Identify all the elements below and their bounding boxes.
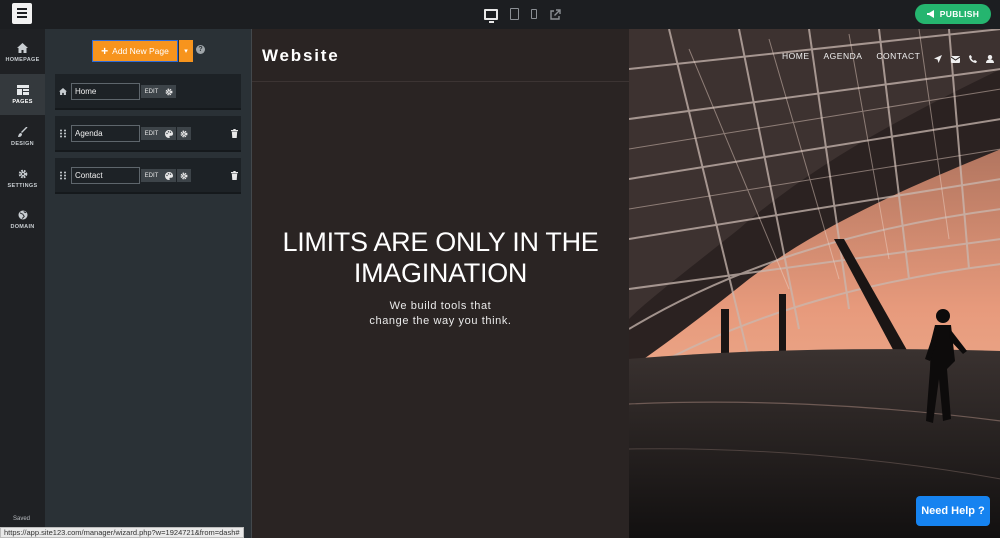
plus-icon: + (101, 44, 109, 58)
nav-link-home[interactable]: HOME (782, 51, 810, 61)
saved-status: Saved (13, 516, 31, 522)
page-row-contact: EDIT (55, 158, 241, 194)
website-contact-icons (934, 50, 994, 68)
desktop-icon[interactable] (484, 8, 498, 23)
chevron-down-icon: ▾ (184, 48, 188, 55)
top-bar: PUBLISH (0, 0, 1000, 29)
hero-subtitle-line1: We build tools that (389, 300, 492, 312)
nav-settings-label: SETTINGS (7, 182, 38, 189)
tablet-icon[interactable] (510, 8, 519, 20)
publish-label: PUBLISH (939, 9, 980, 19)
edit-button[interactable]: EDIT (141, 127, 162, 140)
nav-design[interactable]: DESIGN (0, 116, 45, 157)
hero-section[interactable]: LIMITS ARE ONLY IN THE IMAGINATION We bu… (252, 227, 629, 329)
palette-icon (165, 171, 173, 180)
nav-domain-label: DOMAIN (10, 223, 35, 230)
nav-domain[interactable]: DOMAIN (0, 199, 45, 240)
gear-icon (165, 88, 173, 95)
hero-headline-line1: LIMITS ARE ONLY IN THE (282, 227, 599, 257)
brush-icon (17, 126, 27, 137)
hero-headline-line2: IMAGINATION (353, 258, 528, 288)
page-settings-button[interactable] (162, 85, 176, 98)
drag-handle-icon[interactable] (59, 129, 67, 138)
website-top-nav: HOME AGENDA CONTACT (782, 51, 920, 61)
page-settings-button[interactable] (177, 169, 191, 182)
nav-homepage[interactable]: HOMEPAGE (0, 32, 45, 73)
nav-link-agenda[interactable]: AGENDA (824, 51, 863, 61)
hero-image[interactable] (629, 29, 1000, 538)
add-page-dropdown-button[interactable]: ▾ (179, 40, 193, 62)
palette-icon (165, 129, 173, 138)
pages-icon (16, 84, 29, 95)
mail-icon[interactable] (950, 50, 961, 68)
need-help-button[interactable]: Need Help ? (916, 496, 990, 526)
location-icon[interactable] (934, 50, 942, 68)
gear-icon (18, 169, 27, 178)
trash-icon[interactable] (231, 171, 238, 180)
user-icon[interactable] (986, 50, 994, 68)
page-design-button[interactable] (162, 127, 176, 140)
site-title[interactable]: Website (262, 46, 339, 66)
pages-panel: + Add New Page ▾ ? EDIT EDIT EDIT (45, 29, 251, 538)
gear-icon (180, 130, 188, 137)
megaphone-icon (926, 10, 934, 18)
gear-icon (180, 172, 188, 179)
page-name-input[interactable] (71, 83, 140, 100)
drag-handle-icon[interactable] (59, 171, 67, 180)
page-row-agenda: EDIT (55, 116, 241, 152)
edit-button[interactable]: EDIT (141, 85, 162, 98)
phone-icon[interactable] (969, 50, 977, 68)
website-preview: Website LIMITS ARE ONLY IN THE IMAGINATI… (251, 29, 1000, 538)
globe-icon (18, 210, 27, 219)
page-name-input[interactable] (71, 125, 140, 142)
page-name-input[interactable] (71, 167, 140, 184)
nav-pages[interactable]: PAGES (0, 74, 45, 115)
trash-icon[interactable] (231, 129, 238, 138)
add-new-page-label: Add New Page (112, 46, 169, 56)
page-settings-button[interactable] (177, 127, 191, 140)
edit-button[interactable]: EDIT (141, 169, 162, 182)
help-icon[interactable]: ? (196, 45, 205, 54)
external-link-icon[interactable] (549, 8, 561, 20)
hero-subtitle-line2: change the way you think. (369, 315, 512, 327)
page-design-button[interactable] (162, 169, 176, 182)
header-divider (252, 81, 629, 82)
mobile-icon[interactable] (531, 9, 537, 19)
home-icon (17, 42, 28, 53)
nav-link-contact[interactable]: CONTACT (876, 51, 920, 61)
device-switcher (484, 6, 561, 23)
nav-settings[interactable]: SETTINGS (0, 158, 45, 199)
status-url: https://app.site123.com/manager/wizard.p… (0, 527, 244, 538)
add-new-page-button[interactable]: + Add New Page (92, 40, 178, 62)
publish-button[interactable]: PUBLISH (915, 4, 991, 24)
page-row-home: EDIT (55, 74, 241, 110)
nav-design-label: DESIGN (11, 140, 34, 147)
left-navigation: HOMEPAGE PAGES DESIGN SETTINGS DOMAIN Sa… (0, 29, 45, 538)
home-icon (59, 87, 67, 96)
menu-logo-icon[interactable] (12, 3, 32, 24)
nav-pages-label: PAGES (12, 98, 33, 105)
nav-homepage-label: HOMEPAGE (5, 56, 40, 63)
